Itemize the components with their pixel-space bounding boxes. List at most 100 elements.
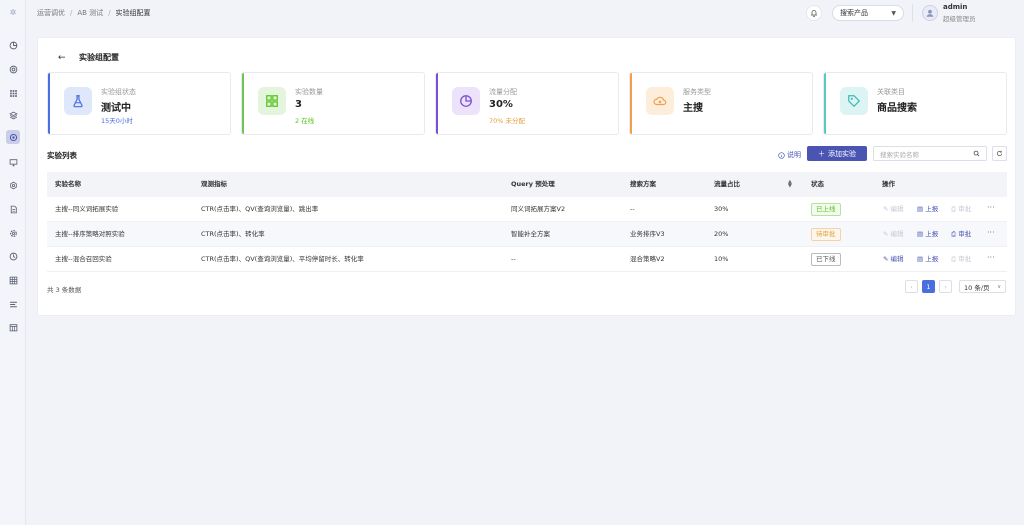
stat-sub: 70% 未分配: [489, 117, 526, 125]
stat-accent-bar: [824, 73, 826, 134]
status-badge: 已上线: [811, 202, 841, 216]
stat-card: 服务类型 主搜: [629, 72, 813, 135]
approve-icon: ⎙: [951, 255, 957, 263]
notification-bell-icon[interactable]: [806, 5, 822, 21]
report-icon: ▤: [917, 205, 924, 213]
header-actions: 操作: [882, 180, 895, 188]
avatar[interactable]: [922, 5, 938, 21]
logo-icon[interactable]: ✲: [8, 8, 18, 18]
refresh-icon: [996, 150, 1003, 157]
breadcrumb-separator: /: [70, 9, 73, 17]
approve-label: 审批: [958, 205, 972, 213]
table-header: 实验名称 观测指标 Query 预处理 搜索方案 流量占比 ▲ ▼ 状态 操作: [47, 172, 1007, 197]
cell-name[interactable]: 主搜--排序策略对照实验: [55, 222, 125, 247]
page-title: 实验组配置: [79, 53, 119, 62]
cell-metrics: CTR(点击率)、QV(查询浏览量)、跳出率: [201, 205, 319, 213]
stat-value: 主搜: [683, 103, 703, 114]
cell-traffic: 30%: [714, 205, 729, 213]
header-traffic: 流量占比: [714, 180, 740, 188]
list-icon[interactable]: [6, 297, 20, 311]
next-page-button[interactable]: ›: [939, 280, 952, 293]
cog-icon[interactable]: [6, 178, 20, 192]
help-label: 说明: [787, 151, 801, 159]
cell-query: 同义词拓展方案V2: [511, 205, 566, 213]
header-plan: 搜索方案: [630, 180, 656, 188]
grid-dots-icon[interactable]: [6, 86, 20, 100]
edit-label: 编辑: [890, 205, 904, 213]
approve-icon: ⎙: [951, 205, 957, 213]
add-experiment-button[interactable]: ＋ 添加实验: [807, 146, 867, 161]
cell-name[interactable]: 主搜--混合召回实验: [55, 247, 112, 272]
document-icon[interactable]: [6, 202, 20, 216]
tag-icon: [840, 87, 868, 115]
report-label: 上报: [925, 205, 939, 213]
edit-label: 编辑: [890, 255, 904, 263]
monitor-icon[interactable]: [6, 155, 20, 169]
settings-gear-icon[interactable]: [6, 130, 20, 144]
chevron-down-icon: ∨: [997, 283, 1001, 290]
search-placeholder: 搜索实验名称: [880, 150, 919, 159]
experiment-table: 实验名称 观测指标 Query 预处理 搜索方案 流量占比 ▲ ▼ 状态 操作 主…: [47, 172, 1007, 272]
cell-name[interactable]: 主搜--同义词拓展实验: [55, 197, 118, 222]
table-row: 主搜--混合召回实验 CTR(点击率)、QV(查询浏览量)、平均停留时长、转化率 -…: [47, 247, 1007, 272]
report-label: 上报: [925, 230, 939, 238]
report-icon: ▤: [917, 255, 924, 263]
cell-status: 已下线: [811, 247, 841, 272]
breadcrumb-item[interactable]: 运营调优: [37, 9, 65, 17]
target-icon[interactable]: [6, 62, 20, 76]
user-role: 超级管理员: [943, 15, 976, 23]
report-button[interactable]: ▤ 上报: [917, 222, 938, 247]
help-link[interactable]: 说明: [778, 150, 801, 160]
cloud-eye-icon: [646, 87, 674, 115]
page-size-select[interactable]: 10 条/页 ∨: [959, 280, 1006, 293]
status-badge: 待审批: [811, 227, 841, 241]
more-options-icon[interactable]: ···: [987, 197, 995, 222]
stat-accent-bar: [48, 73, 50, 134]
cell-metrics: CTR(点击率)、转化率: [201, 230, 265, 238]
page-number-button[interactable]: 1: [922, 280, 935, 293]
calendar-grid-icon[interactable]: [6, 320, 20, 334]
cell-status: 已上线: [811, 197, 841, 222]
sort-icon[interactable]: ▲ ▼: [788, 180, 792, 189]
stat-card: 流量分配 30% 70% 未分配: [435, 72, 619, 135]
stat-accent-bar: [242, 73, 244, 134]
user-name[interactable]: admin: [943, 3, 967, 11]
stat-card: 关联类目 商品搜索: [823, 72, 1007, 135]
approve-button[interactable]: ⎙ 审批: [951, 222, 971, 247]
search-input[interactable]: 搜索实验名称: [873, 146, 987, 161]
stat-label: 关联类目: [877, 88, 905, 96]
table-icon[interactable]: [6, 273, 20, 287]
more-options-icon[interactable]: ···: [987, 247, 995, 272]
prev-page-button[interactable]: ‹: [905, 280, 918, 293]
list-title: 实验列表: [47, 151, 77, 160]
edit-icon: ✎: [883, 255, 889, 263]
settings-icon[interactable]: [6, 226, 20, 240]
pie-chart-icon[interactable]: [6, 38, 20, 52]
edit-icon: ✎: [883, 205, 889, 213]
cell-metrics: CTR(点击率)、QV(查询浏览量)、平均停留时长、转化率: [201, 255, 364, 263]
header-metrics: 观测指标: [201, 180, 227, 188]
edit-button[interactable]: ✎ 编辑: [883, 247, 904, 272]
edit-button: ✎ 编辑: [883, 197, 904, 222]
refresh-button[interactable]: [992, 146, 1007, 161]
cell-query: 智能补全方案: [511, 230, 550, 238]
cell-plan: --: [630, 205, 635, 213]
header-status: 状态: [811, 180, 824, 188]
approve-label: 审批: [958, 230, 972, 238]
header-name: 实验名称: [55, 180, 81, 188]
page-size-value: 10 条/页: [964, 283, 990, 292]
report-button[interactable]: ▤ 上报: [917, 197, 938, 222]
clock-icon[interactable]: [6, 249, 20, 263]
cell-query: --: [511, 255, 516, 263]
stat-value: 3: [295, 99, 302, 110]
breadcrumb-item[interactable]: AB 测试: [77, 9, 103, 17]
cell-plan: 混合策略V2: [630, 255, 665, 263]
more-options-icon[interactable]: ···: [987, 222, 995, 247]
layers-icon[interactable]: [6, 108, 20, 122]
stat-card: 实验组状态 测试中 15天0小时: [47, 72, 231, 135]
report-button[interactable]: ▤ 上报: [917, 247, 938, 272]
table-row: 主搜--排序策略对照实验 CTR(点击率)、转化率 智能补全方案 业务排序V3 20% 待…: [47, 222, 1007, 247]
back-arrow-icon[interactable]: ←: [58, 53, 72, 63]
product-select[interactable]: 搜索产品 ▼: [832, 5, 904, 21]
cell-status: 待审批: [811, 222, 841, 247]
